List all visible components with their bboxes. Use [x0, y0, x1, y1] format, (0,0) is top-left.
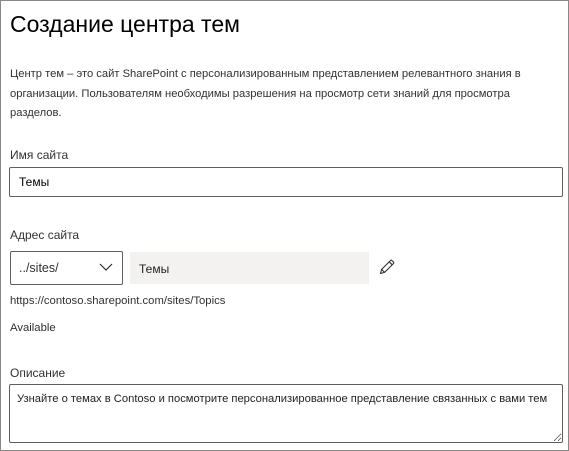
- description-text: Центр тем – это сайт SharePoint с персон…: [10, 68, 521, 120]
- site-address-label: Адрес сайта: [10, 228, 80, 242]
- page-title: Создание центра тем: [10, 11, 240, 37]
- site-name-input[interactable]: [9, 167, 563, 197]
- create-topic-center-panel: Создание центра тем Центр тем – это сайт…: [0, 0, 569, 451]
- site-name-label: Имя сайта: [10, 148, 69, 162]
- availability-status: Available: [10, 322, 56, 334]
- pencil-icon[interactable]: [377, 257, 397, 277]
- description-textarea[interactable]: Узнайте о темах в Contoso и посмотрите п…: [9, 384, 563, 443]
- full-site-url: https://contoso.sharepoint.com/sites/Top…: [10, 295, 226, 307]
- chevron-down-icon: [99, 263, 113, 271]
- description-label: Описание: [10, 366, 66, 380]
- site-url-value: Темы: [139, 262, 170, 276]
- site-path-selected: ../sites/: [19, 261, 59, 275]
- site-path-dropdown[interactable]: ../sites/: [10, 251, 123, 285]
- site-url-field: Темы: [130, 252, 369, 284]
